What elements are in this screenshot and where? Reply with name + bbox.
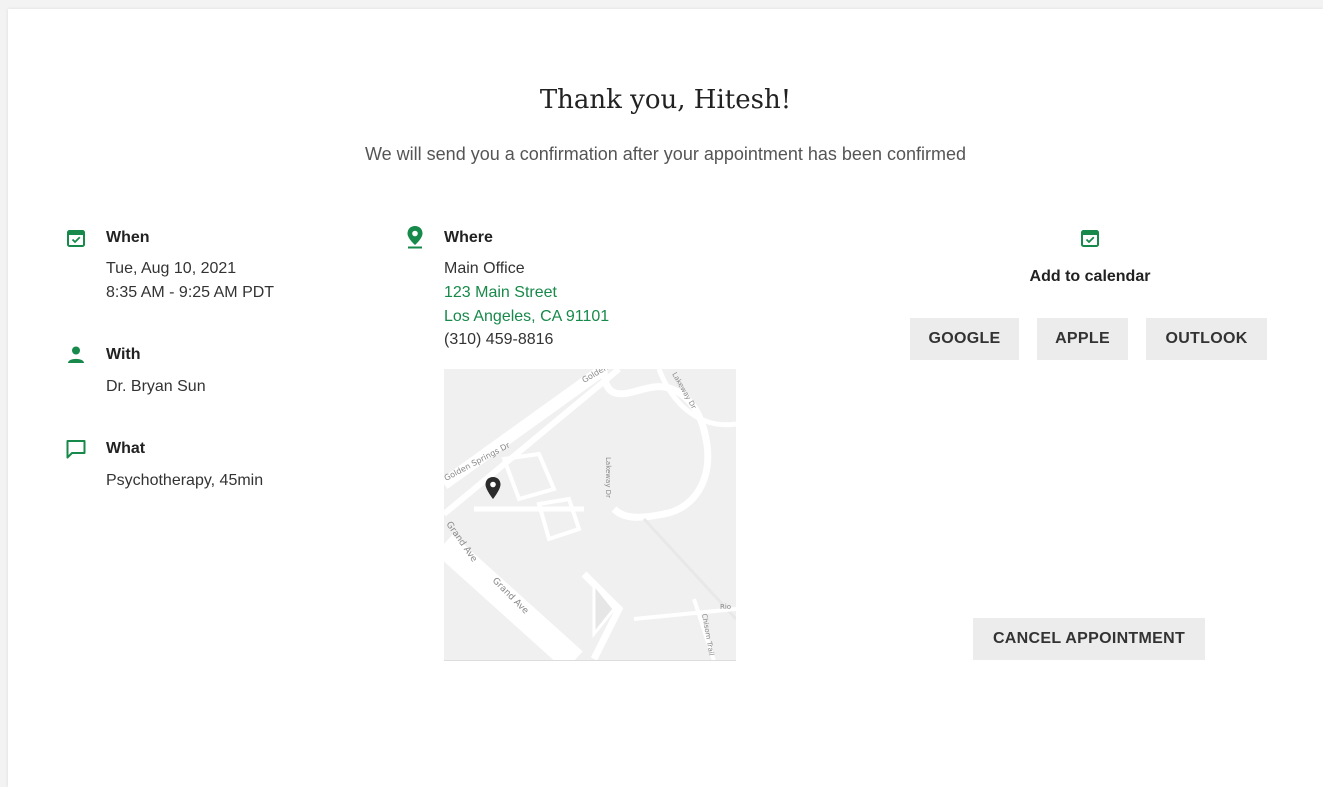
confirmation-card: Thank you, Hitesh! We will send you a co… <box>8 9 1323 787</box>
location-phone: (310) 459-8816 <box>444 331 554 348</box>
with-label: With <box>106 346 141 363</box>
address-street-link[interactable]: 123 Main Street <box>444 281 557 305</box>
provider-name: Dr. Bryan Sun <box>106 378 206 395</box>
map-pin-icon <box>407 226 423 249</box>
location-name: Main Office <box>444 260 525 277</box>
street-label: Rio <box>720 603 731 611</box>
cancel-appointment-button[interactable]: CANCEL APPOINTMENT <box>973 618 1205 660</box>
street-label: Lakeway Dr <box>604 457 612 498</box>
page-subtitle: We will send you a confirmation after yo… <box>365 144 966 164</box>
when-label: When <box>106 229 150 246</box>
address-city-link[interactable]: Los Angeles, CA 91101 <box>444 305 609 329</box>
add-to-calendar-label: Add to calendar <box>1029 268 1151 285</box>
person-icon <box>68 346 84 363</box>
what-label: What <box>106 440 146 457</box>
where-label: Where <box>444 229 493 246</box>
map-streets: Golden Springs Dr Golden Springs Dr Lake… <box>444 369 736 660</box>
appointment-time: 8:35 AM - 9:25 AM PDT <box>106 284 275 301</box>
map-marker-icon <box>485 477 501 499</box>
calendar-check-icon <box>1081 230 1099 247</box>
location-map[interactable]: Golden Springs Dr Golden Springs Dr Lake… <box>444 369 736 661</box>
calendar-check-icon <box>67 230 85 247</box>
outlook-calendar-button[interactable]: OUTLOOK <box>1146 318 1267 360</box>
google-calendar-button[interactable]: GOOGLE <box>910 318 1019 360</box>
service-name: Psychotherapy, 45min <box>106 472 264 489</box>
appointment-date: Tue, Aug 10, 2021 <box>106 260 237 277</box>
chat-bubble-icon <box>66 440 86 459</box>
apple-calendar-button[interactable]: APPLE <box>1037 318 1128 360</box>
page-title: Thank you, Hitesh! <box>539 85 792 115</box>
